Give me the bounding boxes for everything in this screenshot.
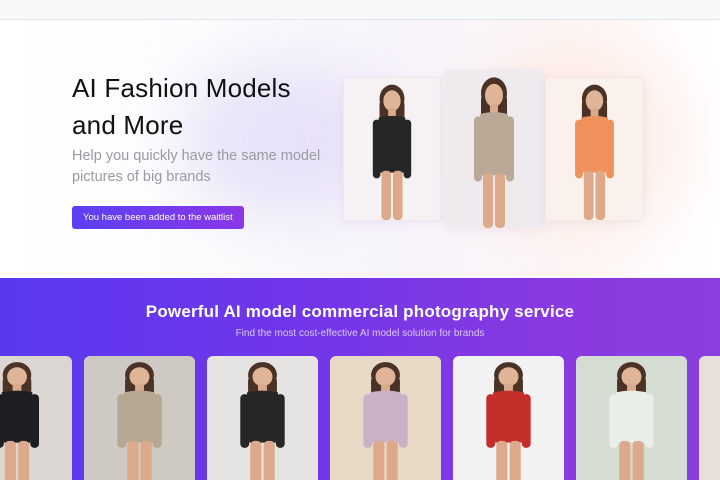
waitlist-button[interactable]: You have been added to the waitlist bbox=[72, 206, 244, 229]
hero-model-card bbox=[545, 77, 644, 221]
hero-subtitle: Help you quickly have the same model pic… bbox=[72, 148, 321, 185]
gallery-card[interactable] bbox=[84, 356, 195, 480]
gallery-card[interactable] bbox=[576, 356, 687, 480]
gallery-card[interactable] bbox=[0, 356, 72, 480]
gallery-black-lace-image bbox=[0, 356, 72, 480]
gallery-partial-image bbox=[699, 356, 720, 480]
browser-top-bar bbox=[0, 0, 720, 20]
model-black-bodysuit-image bbox=[344, 78, 440, 220]
hero-title: AI Fashion Models and More bbox=[72, 73, 291, 140]
gallery-card[interactable] bbox=[330, 356, 441, 480]
gallery-card[interactable] bbox=[207, 356, 318, 480]
gallery-floral-dress-image bbox=[576, 356, 687, 480]
gallery-card[interactable] bbox=[453, 356, 564, 480]
hero-section: AI Fashion Models and More Help you quic… bbox=[0, 20, 720, 278]
model-beige-henley-image bbox=[444, 70, 544, 228]
gallery-beige-henley-image bbox=[84, 356, 195, 480]
gallery-lilac-dress-image bbox=[330, 356, 441, 480]
gallery-card[interactable] bbox=[699, 356, 720, 480]
services-section: Powerful AI model commercial photography… bbox=[0, 278, 720, 480]
hero-model-card bbox=[343, 77, 441, 221]
model-orange-dress-image bbox=[546, 78, 643, 220]
gallery-black-bodysuit-image bbox=[207, 356, 318, 480]
services-title: Powerful AI model commercial photography… bbox=[145, 302, 575, 321]
services-subtitle: Find the most cost-effective AI model so… bbox=[235, 328, 485, 339]
gallery-red-top-image bbox=[453, 356, 564, 480]
hero-model-card bbox=[444, 70, 544, 228]
